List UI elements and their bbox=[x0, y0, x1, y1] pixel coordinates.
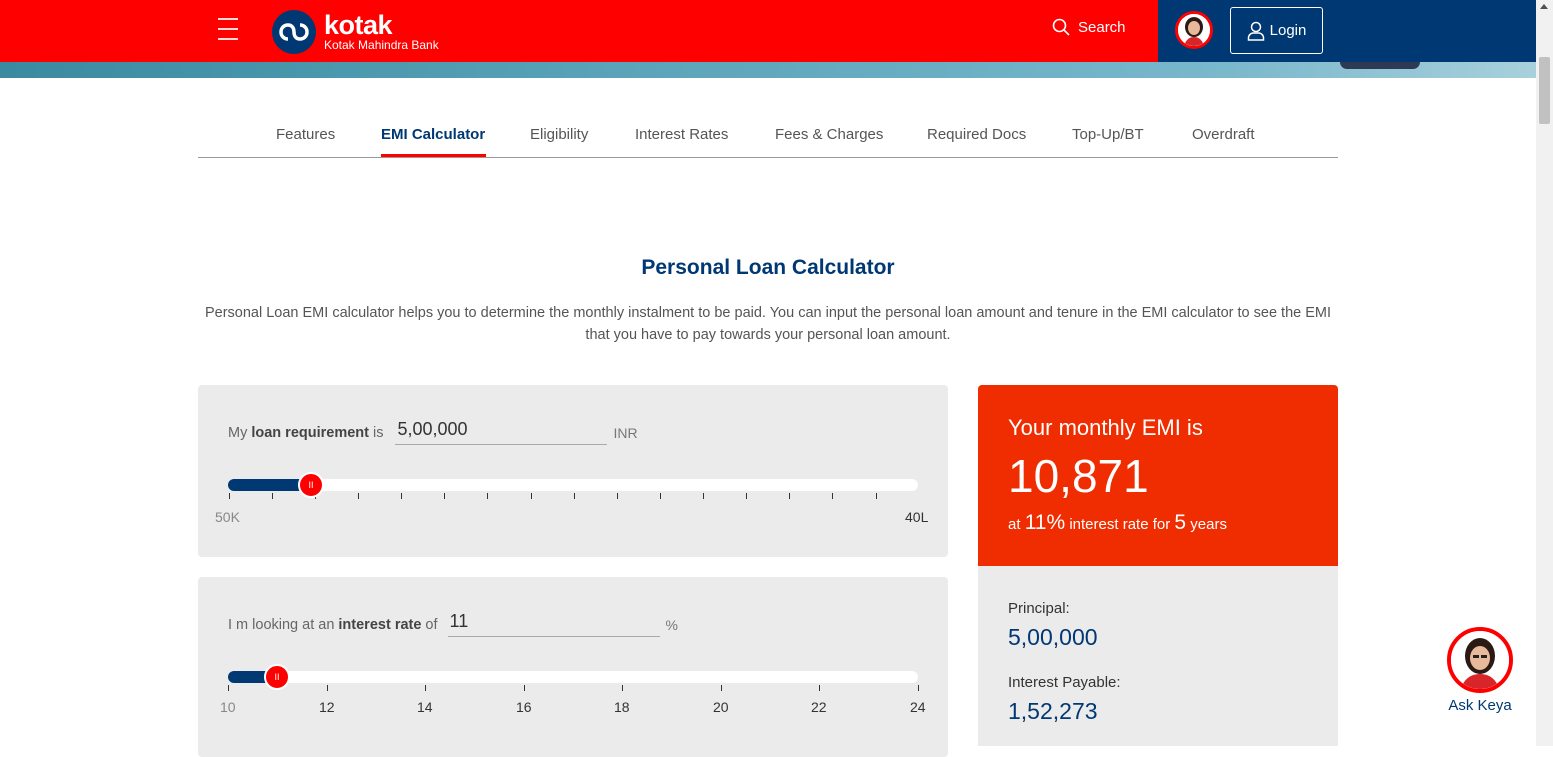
section-tabs: Features EMI Calculator Eligibility Inte… bbox=[198, 116, 1338, 158]
interest-tick-label: 14 bbox=[417, 699, 433, 715]
interest-tick-label: 18 bbox=[614, 699, 630, 715]
tab-features[interactable]: Features bbox=[276, 126, 335, 143]
ask-keya-button[interactable]: Ask Keya bbox=[1445, 627, 1515, 714]
emi-summary-years-text: years bbox=[1190, 516, 1227, 533]
interest-field-row: I m looking at an interest rate of % bbox=[228, 611, 678, 637]
loan-slider-tick bbox=[876, 493, 877, 499]
interest-slider-tick bbox=[918, 685, 919, 691]
interest-slider-tick bbox=[524, 685, 525, 691]
principal-label: Principal: bbox=[1008, 600, 1070, 617]
interest-tick-label: 20 bbox=[713, 699, 729, 715]
loan-field-row: My loan requirement is INR bbox=[228, 419, 638, 445]
loan-slider-tick bbox=[531, 493, 532, 499]
interest-prefix: I m looking at an bbox=[228, 617, 335, 633]
interest-unit: % bbox=[665, 617, 678, 633]
loan-amount-card: My loan requirement is INR II 50K 40L bbox=[198, 385, 948, 557]
interest-slider-tick bbox=[228, 685, 229, 691]
loan-suffix: is bbox=[372, 425, 384, 441]
loan-slider-tick bbox=[401, 493, 402, 499]
principal-value: 5,00,000 bbox=[1008, 624, 1098, 650]
loan-slider-tick bbox=[832, 493, 833, 499]
scrollbar-thumb[interactable] bbox=[1539, 57, 1550, 124]
emi-summary-rate-text: interest rate for bbox=[1069, 516, 1171, 533]
user-icon bbox=[1247, 21, 1264, 41]
loan-slider-tick bbox=[358, 493, 359, 499]
interest-slider-tick bbox=[721, 685, 722, 691]
interest-suffix: of bbox=[425, 617, 438, 633]
interest-slider-thumb[interactable]: II bbox=[264, 664, 290, 690]
loan-slider-tick bbox=[229, 493, 230, 499]
search-label: Search bbox=[1078, 18, 1126, 36]
emi-summary-at: at bbox=[1008, 516, 1021, 533]
kotak-logo[interactable]: kotak Kotak Mahindra Bank bbox=[272, 10, 439, 54]
header-user-panel: Login bbox=[1158, 0, 1536, 62]
interest-rate-card: I m looking at an interest rate of % II … bbox=[198, 577, 948, 757]
interest-slider-tick bbox=[425, 685, 426, 691]
loan-amount-input[interactable] bbox=[395, 419, 608, 445]
active-tab-indicator bbox=[381, 154, 486, 157]
interest-slider-tick bbox=[622, 685, 623, 691]
kotak-logo-icon bbox=[272, 10, 316, 54]
interest-tick-label: 12 bbox=[319, 699, 335, 715]
hamburger-menu-icon[interactable] bbox=[218, 18, 238, 40]
emi-label: Your monthly EMI is bbox=[1008, 415, 1203, 440]
loan-slider-tick bbox=[703, 493, 704, 499]
loan-slider-tick bbox=[789, 493, 790, 499]
ask-keya-label: Ask Keya bbox=[1448, 697, 1512, 714]
loan-bold-label: loan requirement bbox=[251, 425, 369, 441]
interest-rate-input[interactable] bbox=[447, 611, 660, 637]
scroll-up-arrow-icon[interactable] bbox=[1540, 4, 1548, 9]
search-icon bbox=[1052, 18, 1070, 36]
loan-slider-tick bbox=[617, 493, 618, 499]
emi-breakdown-panel: Principal: 5,00,000 Interest Payable: 1,… bbox=[978, 566, 1338, 746]
hero-banner-strip bbox=[0, 62, 1536, 78]
interest-slider-tick bbox=[327, 685, 328, 691]
emi-summary-rate: 11% bbox=[1024, 511, 1066, 534]
search-button[interactable]: Search bbox=[1052, 18, 1126, 36]
tab-required-docs[interactable]: Required Docs bbox=[927, 126, 1026, 143]
loan-slider-tick bbox=[574, 493, 575, 499]
interest-payable-label: Interest Payable: bbox=[1008, 674, 1121, 691]
keya-avatar-icon bbox=[1447, 627, 1513, 693]
tab-emi-calculator[interactable]: EMI Calculator bbox=[381, 126, 485, 143]
emi-summary: at 11% interest rate for 5 years bbox=[1008, 511, 1227, 535]
emi-summary-years: 5 bbox=[1174, 511, 1187, 534]
tab-eligibility[interactable]: Eligibility bbox=[530, 126, 588, 143]
login-label: Login bbox=[1269, 22, 1307, 39]
interest-payable-value: 1,52,273 bbox=[1008, 698, 1098, 724]
loan-slider-tick bbox=[487, 493, 488, 499]
interest-slider[interactable]: II bbox=[228, 664, 919, 691]
keya-avatar[interactable] bbox=[1175, 11, 1213, 49]
tab-fees-charges[interactable]: Fees & Charges bbox=[775, 126, 883, 143]
logo-brand-text: kotak bbox=[324, 10, 393, 40]
emi-result-panel: Your monthly EMI is 10,871 at 11% intere… bbox=[978, 385, 1338, 566]
emi-value: 10,871 bbox=[1008, 450, 1149, 502]
loan-slider-tick bbox=[272, 493, 273, 499]
tab-top-up-bt[interactable]: Top-Up/BT bbox=[1072, 126, 1144, 143]
calculator-title: Personal Loan Calculator bbox=[641, 256, 895, 279]
interest-tick-label: 10 bbox=[220, 699, 236, 715]
loan-slider-thumb[interactable]: II bbox=[298, 472, 324, 498]
tab-overdraft[interactable]: Overdraft bbox=[1192, 126, 1255, 143]
interest-tick-label: 16 bbox=[516, 699, 532, 715]
logo-subtitle: Kotak Mahindra Bank bbox=[324, 38, 439, 52]
loan-slider-tick bbox=[660, 493, 661, 499]
loan-slider-tick bbox=[444, 493, 445, 499]
loan-max-label: 40L bbox=[905, 509, 929, 525]
login-button[interactable]: Login bbox=[1230, 7, 1323, 54]
tab-interest-rates[interactable]: Interest Rates bbox=[635, 126, 728, 143]
loan-prefix: My bbox=[228, 425, 248, 441]
interest-slider-tick bbox=[819, 685, 820, 691]
loan-unit: INR bbox=[613, 425, 638, 441]
calculator-description: Personal Loan EMI calculator helps you t… bbox=[204, 305, 1332, 343]
interest-tick-label: 24 bbox=[910, 699, 926, 715]
interest-tick-label: 22 bbox=[811, 699, 827, 715]
loan-slider-tick bbox=[746, 493, 747, 499]
page-scrollbar[interactable] bbox=[1536, 0, 1553, 746]
interest-bold-label: interest rate bbox=[338, 617, 422, 633]
loan-slider[interactable]: II bbox=[228, 472, 918, 499]
loan-min-label: 50K bbox=[215, 509, 240, 525]
